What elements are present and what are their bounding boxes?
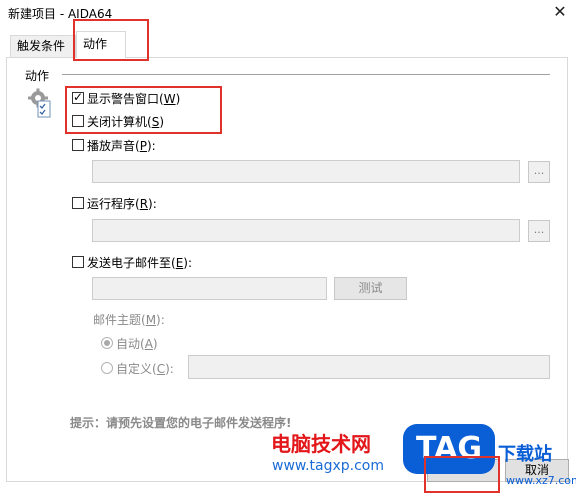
sound-path-input[interactable] xyxy=(92,160,520,183)
send-email-label[interactable]: 发送电子邮件至(E): xyxy=(87,254,192,271)
shutdown-label[interactable]: 关闭计算机(S) xyxy=(87,113,164,130)
tab-trigger[interactable]: 触发条件 xyxy=(10,35,76,57)
tab-action[interactable]: 动作 xyxy=(76,31,126,58)
run-program-label[interactable]: 运行程序(R): xyxy=(87,195,157,212)
program-path-input[interactable] xyxy=(92,219,520,242)
watermark-xz-url: www.xz7.com xyxy=(506,474,576,487)
subject-auto-radio[interactable] xyxy=(101,337,113,349)
tab-action-label: 动作 xyxy=(83,37,108,51)
watermark-download-text: 下载站 xyxy=(498,444,552,465)
email-subject-label: 邮件主题(M): xyxy=(93,313,165,327)
watermark-tag-logo: TAG xyxy=(403,424,495,474)
show-warning-checkbox[interactable] xyxy=(72,90,84,104)
run-program-checkbox[interactable] xyxy=(72,197,84,209)
watermark-site-name: 电脑技术网 xyxy=(271,432,371,456)
watermark-site-url: www.tagxp.com xyxy=(272,458,384,474)
test-email-button[interactable]: 测试 xyxy=(334,277,407,300)
custom-subject-input[interactable] xyxy=(188,355,550,379)
group-divider xyxy=(62,74,550,75)
window-title: 新建项目 - AIDA64 xyxy=(8,7,113,21)
shutdown-checkbox[interactable] xyxy=(72,115,84,127)
play-sound-label[interactable]: 播放声音(P): xyxy=(87,137,156,154)
send-email-checkbox[interactable] xyxy=(72,256,84,268)
hint-text: 提示：请预先设置您的电子邮件发送程序! xyxy=(70,416,292,430)
show-warning-label[interactable]: 显示警告窗口(W) xyxy=(87,90,180,107)
tab-trigger-label: 触发条件 xyxy=(17,39,66,53)
subject-custom-label[interactable]: 自定义(C): xyxy=(116,360,174,377)
subject-auto-label[interactable]: 自动(A) xyxy=(116,335,158,352)
program-browse-button[interactable]: ... xyxy=(528,220,550,242)
play-sound-checkbox[interactable] xyxy=(72,139,84,151)
group-label: 动作 xyxy=(25,69,50,83)
title-bar: 新建项目 - AIDA64 ✕ xyxy=(0,0,576,26)
sound-browse-button[interactable]: ... xyxy=(528,161,550,183)
close-icon[interactable]: ✕ xyxy=(550,2,570,22)
gear-checklist-icon xyxy=(28,88,52,118)
subject-custom-radio[interactable] xyxy=(101,362,113,374)
email-address-input[interactable] xyxy=(92,277,327,300)
